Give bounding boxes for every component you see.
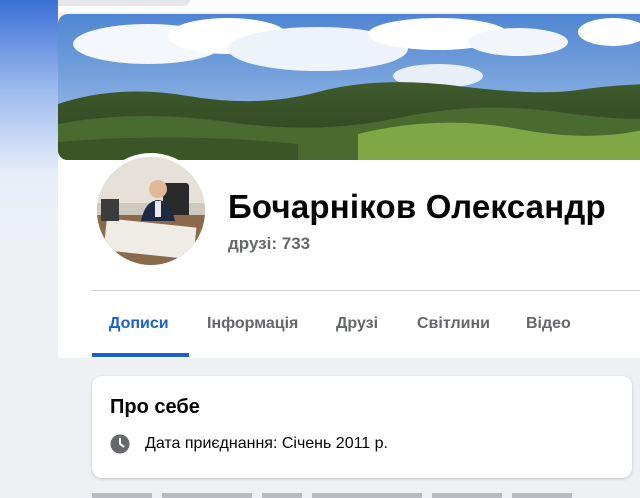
tab-friends[interactable]: Друзі [336,291,378,357]
friends-count[interactable]: друзі: 733 [228,234,310,254]
top-bar [0,0,640,12]
sidebar-edge [0,0,58,250]
tab-posts[interactable]: Дописи [109,291,169,357]
cover-photo[interactable] [58,14,640,160]
tab-photos[interactable]: Світлини [417,291,490,357]
profile-tabs: Дописи Інформація Друзі Світлини Відео [92,291,640,357]
active-tab-indicator [92,353,189,357]
profile-avatar[interactable] [97,157,205,265]
profile-name: Бочарніков Олександр [228,188,606,225]
clock-icon [110,434,130,454]
cut-off-text [92,488,592,498]
avatar-photo [97,157,205,265]
about-title: Про себе [110,396,200,418]
tab-video[interactable]: Відео [526,291,571,357]
cover-landscape-image [58,14,640,160]
about-card: Про себе Дата приєднання: Січень 2011 р. [92,376,632,478]
join-date: Дата приєднання: Січень 2011 р. [145,435,388,452]
tab-info[interactable]: Інформація [207,291,298,357]
